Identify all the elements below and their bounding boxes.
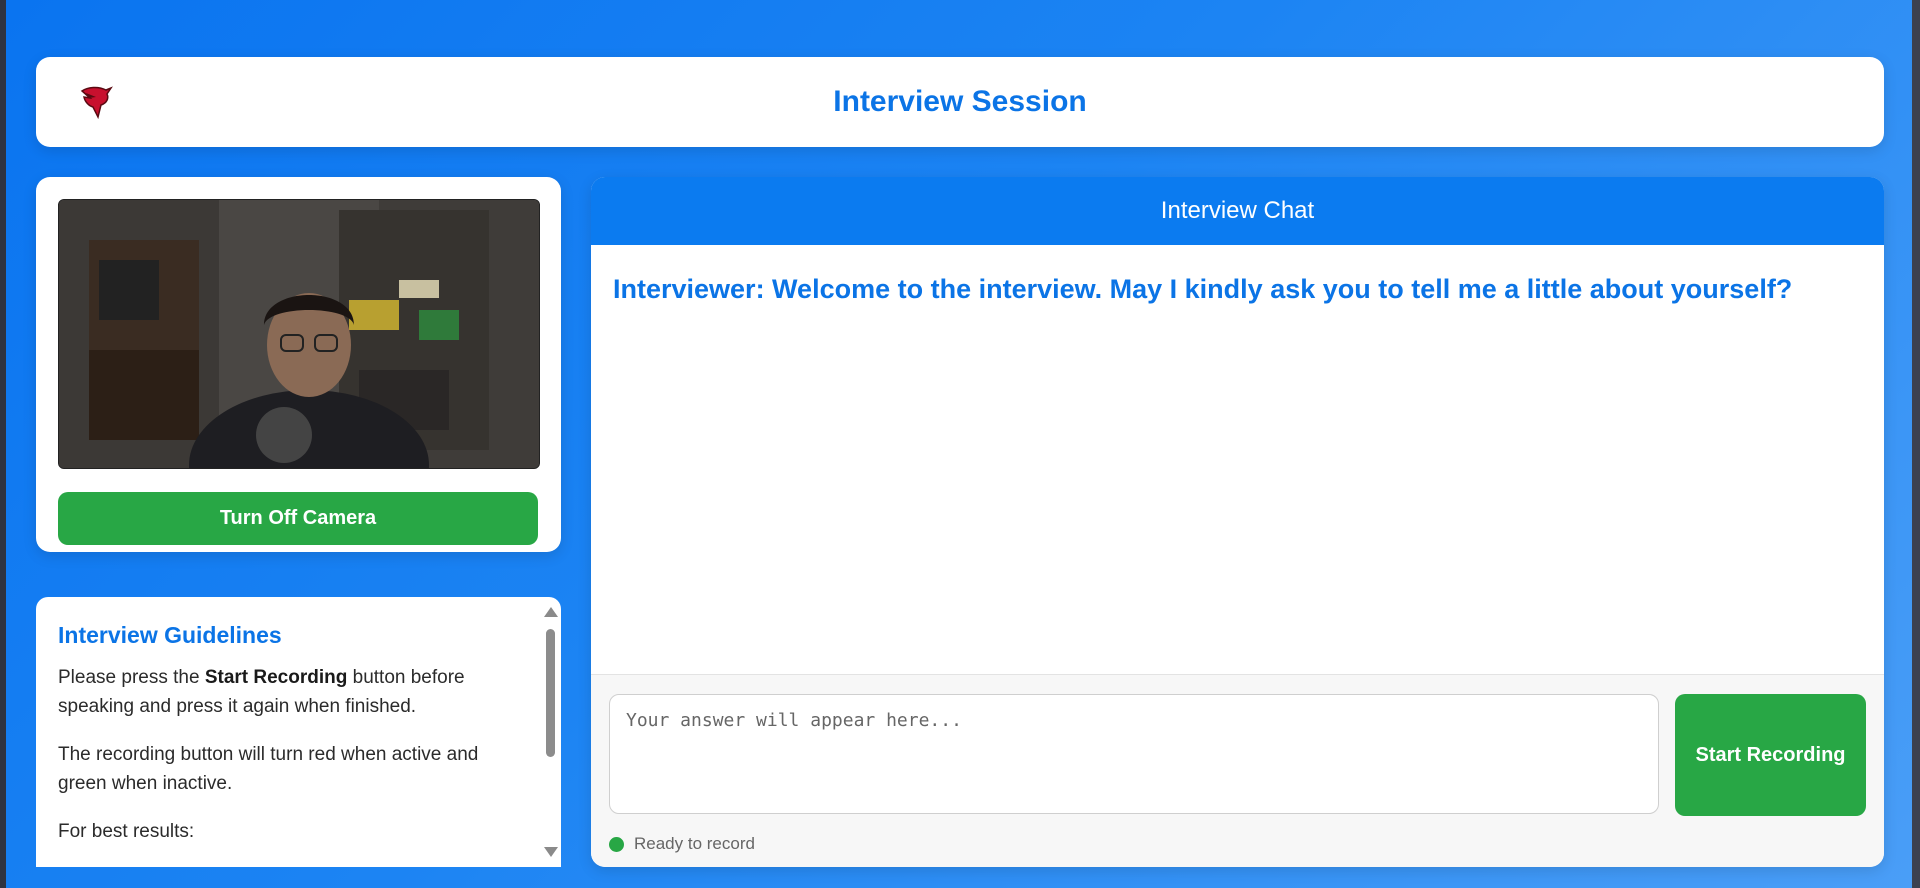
interviewer-message: Interviewer: Welcome to the interview. M… [613, 274, 1793, 304]
scroll-up-arrow-icon[interactable] [544, 607, 558, 617]
turn-off-camera-button[interactable]: Turn Off Camera [58, 492, 538, 545]
status-dot-icon [609, 836, 624, 852]
window-frame-right [1912, 0, 1920, 888]
guidelines-content: Interview Guidelines Please press the St… [58, 619, 508, 865]
chat-header: Interview Chat [591, 177, 1884, 245]
guideline-recording-instructions: Please press the Start Recording button … [58, 667, 465, 717]
camera-card: Turn Off Camera [36, 177, 561, 552]
page-title: Interview Session [833, 85, 1087, 118]
chat-panel: Interview Chat Interviewer: Welcome to t… [591, 177, 1884, 867]
guidelines-card: Interview Guidelines Please press the St… [36, 597, 561, 867]
answer-textarea[interactable] [609, 694, 1659, 814]
webcam-scene [59, 200, 539, 468]
chat-footer: Start Recording Ready to record [591, 674, 1884, 867]
guideline-best-results: For best results: [58, 821, 195, 842]
window-frame-left [0, 0, 6, 888]
status-text: Ready to record [634, 834, 755, 853]
scrollbar-thumb[interactable] [546, 629, 555, 757]
guideline-button-color: The recording button will turn red when … [58, 744, 479, 794]
camera-video-feed [58, 199, 540, 469]
app-header: Interview Session [36, 57, 1884, 147]
start-recording-button[interactable]: Start Recording [1675, 694, 1866, 816]
recording-status: Ready to record [609, 832, 755, 856]
guidelines-title: Interview Guidelines [58, 622, 282, 648]
scroll-down-arrow-icon[interactable] [544, 847, 558, 857]
guidelines-scrollbar[interactable] [542, 607, 558, 857]
